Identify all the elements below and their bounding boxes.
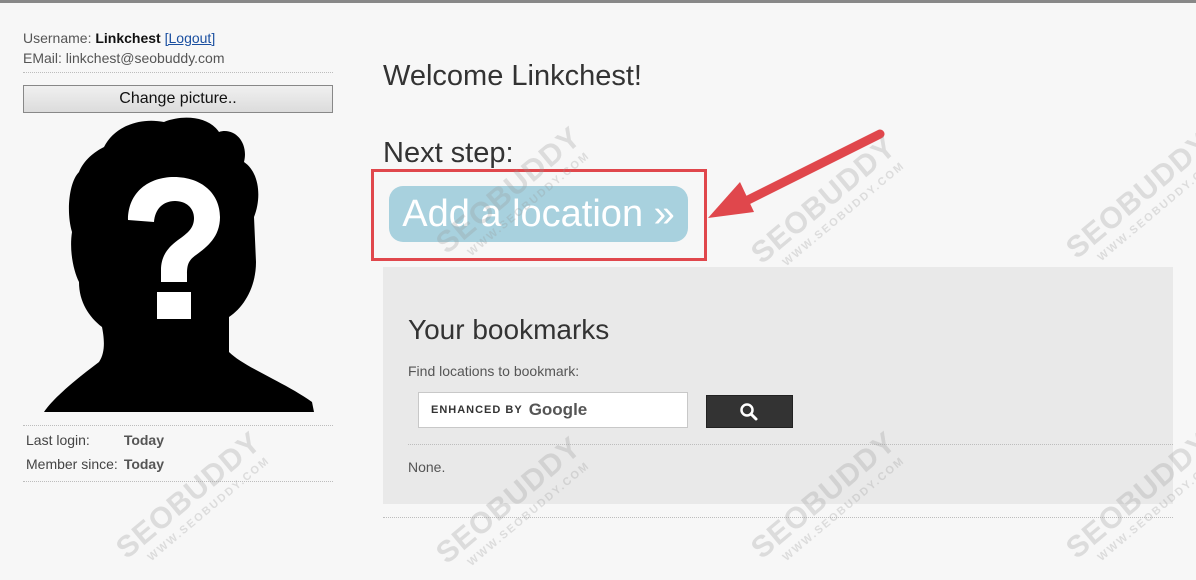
red-arrow-icon — [708, 129, 885, 218]
user-sidebar: Username: Linkchest [Logout] EMail: link… — [23, 29, 333, 113]
email-row: EMail: linkchest@seobuddy.com — [23, 49, 333, 67]
magnifier-icon — [740, 403, 758, 421]
find-locations-label: Find locations to bookmark: — [408, 363, 580, 379]
account-stats: Last login: Today Member since: Today — [23, 425, 333, 482]
watermark: SEOBUDDY WWW.SEOBUDDY.COM — [1060, 125, 1196, 266]
stat-row: Member since: Today — [23, 453, 167, 477]
top-border — [0, 0, 1196, 3]
stat-label: Member since: — [26, 456, 118, 472]
welcome-heading: Welcome Linkchest! — [383, 60, 642, 92]
logout-link[interactable]: [Logout] — [165, 30, 216, 46]
add-location-button[interactable]: Add a location » — [389, 186, 688, 242]
stat-value: Today — [123, 432, 165, 448]
username-row: Username: Linkchest [Logout] — [23, 29, 333, 47]
change-picture-button[interactable]: Change picture.. — [23, 85, 333, 113]
divider — [23, 425, 333, 426]
divider — [408, 444, 1173, 445]
email-value: linkchest@seobuddy.com — [65, 50, 225, 66]
username-value: Linkchest — [95, 30, 161, 46]
divider — [23, 481, 333, 482]
bookmarks-title: Your bookmarks — [408, 314, 610, 345]
next-step-heading: Next step: — [383, 137, 514, 169]
stat-label: Last login: — [26, 432, 90, 448]
stats-table: Last login: Today Member since: Today — [23, 429, 167, 477]
bookmarks-empty: None. — [408, 459, 446, 475]
stat-value: Today — [123, 456, 165, 472]
search-enhanced-label: ENHANCED BY — [431, 404, 523, 416]
search-input[interactable]: ENHANCED BY Google — [418, 392, 688, 428]
divider — [23, 72, 333, 73]
search-button[interactable] — [706, 395, 793, 428]
divider — [383, 517, 1173, 518]
stat-row: Last login: Today — [23, 429, 167, 453]
email-label: EMail: — [23, 50, 62, 66]
username-label: Username: — [23, 30, 92, 46]
bookmarks-panel: Your bookmarks Find locations to bookmar… — [383, 267, 1173, 504]
silhouette-question-icon — [44, 117, 314, 412]
google-logo: Google — [528, 400, 588, 419]
